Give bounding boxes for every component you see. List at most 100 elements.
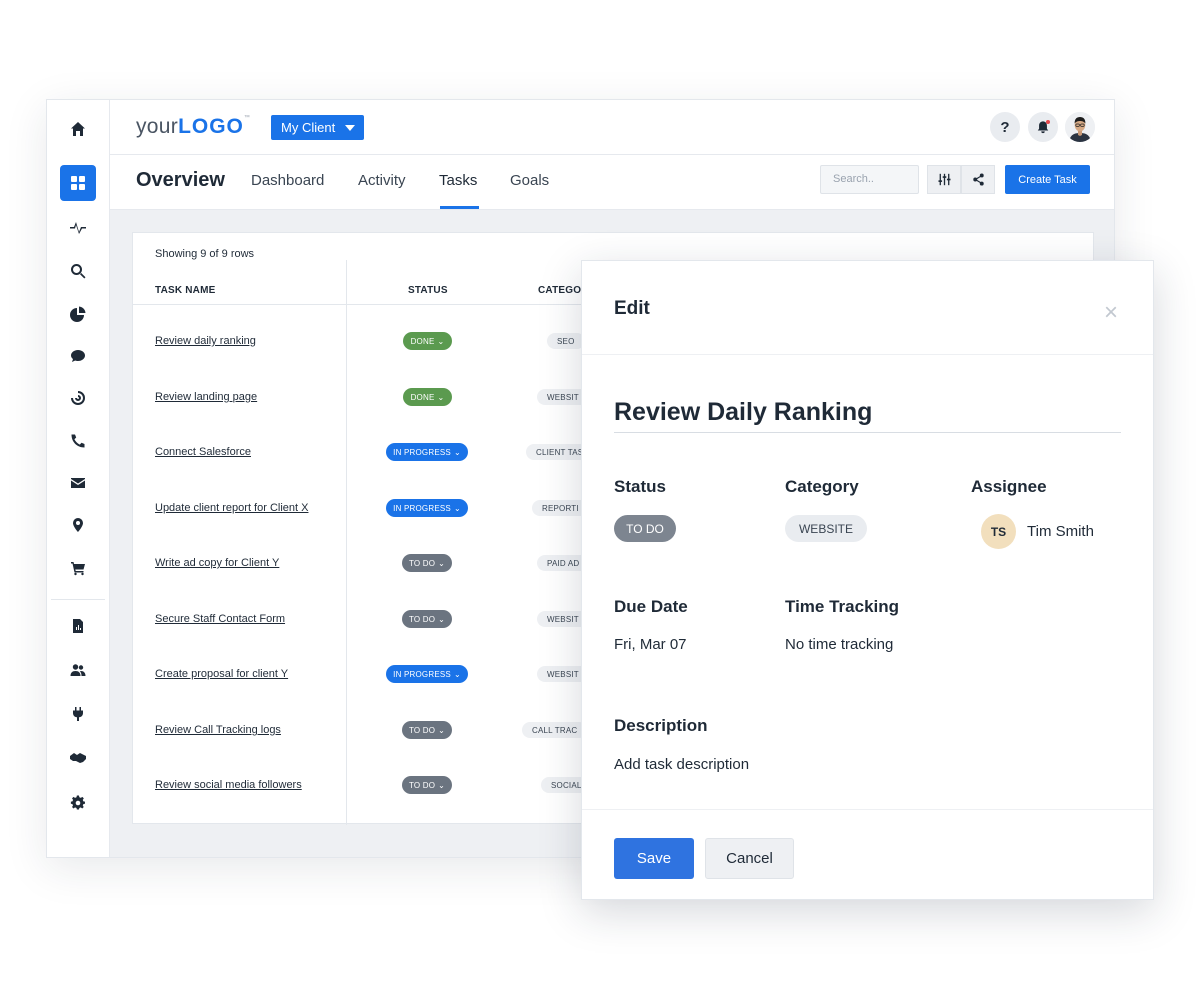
status-pill[interactable]: TO DO ⌄ — [402, 554, 452, 572]
assignee-avatar[interactable]: TS — [981, 514, 1016, 549]
category-dropdown[interactable]: WEBSITE — [785, 515, 867, 542]
dashboard-grid-icon[interactable] — [60, 165, 96, 201]
active-tab-indicator — [440, 206, 479, 209]
task-link[interactable]: Write ad copy for Client Y — [155, 557, 279, 569]
edit-task-modal: Edit × Review Daily Ranking Status TO DO… — [581, 260, 1154, 900]
modal-footer-divider — [582, 809, 1153, 810]
task-link[interactable]: Create proposal for client Y — [155, 668, 288, 680]
chevron-down-icon: ⌄ — [453, 447, 461, 457]
mail-icon[interactable] — [60, 465, 96, 501]
status-text: IN PROGRESS — [393, 447, 451, 457]
target-icon[interactable] — [60, 380, 96, 416]
chevron-down-icon: ⌄ — [438, 725, 446, 735]
task-link[interactable]: Review daily ranking — [155, 335, 256, 347]
status-pill[interactable]: IN PROGRESS ⌄ — [386, 499, 468, 517]
handshake-icon[interactable] — [60, 740, 96, 776]
status-dropdown[interactable]: TO DO — [614, 515, 676, 542]
due-date-value[interactable]: Fri, Mar 07 — [614, 636, 687, 653]
task-title-input[interactable]: Review Daily Ranking — [614, 398, 872, 427]
page-title[interactable]: Overview — [136, 169, 225, 192]
chevron-down-icon — [345, 125, 355, 131]
logo-strong: LOGO — [178, 115, 244, 138]
notifications-button[interactable] — [1028, 112, 1058, 142]
help-button[interactable]: ? — [990, 112, 1020, 142]
filter-button[interactable] — [927, 165, 961, 194]
phone-icon[interactable] — [60, 423, 96, 459]
category-label: Category — [785, 477, 859, 496]
chevron-down-icon: ⌄ — [438, 780, 446, 790]
modal-title: Edit — [614, 298, 650, 319]
report-icon[interactable] — [60, 608, 96, 644]
status-text: TO DO — [408, 780, 436, 790]
status-text: TO DO — [408, 558, 436, 568]
header-status[interactable]: STATUS — [408, 285, 448, 296]
plug-icon[interactable] — [60, 696, 96, 732]
task-link[interactable]: Secure Staff Contact Form — [155, 613, 285, 625]
close-icon[interactable]: × — [1104, 301, 1118, 325]
rows-count: Showing 9 of 9 rows — [155, 248, 255, 260]
status-text: TO DO — [408, 725, 436, 735]
task-link[interactable]: Review landing page — [155, 391, 257, 403]
client-selector-label: My Client — [281, 120, 336, 135]
chevron-down-icon: ⌄ — [437, 336, 445, 346]
chevron-down-icon: ⌄ — [453, 503, 461, 513]
help-icon: ? — [1000, 118, 1010, 136]
status-pill[interactable]: TO DO ⌄ — [402, 610, 452, 628]
save-button[interactable]: Save — [614, 838, 694, 879]
logo-prefix: your — [136, 115, 179, 138]
cancel-button[interactable]: Cancel — [705, 838, 794, 879]
search-input[interactable]: Search.. — [820, 165, 919, 194]
notification-dot — [1046, 120, 1050, 124]
header-task-name[interactable]: TASK NAME — [155, 285, 216, 296]
home-icon[interactable] — [60, 111, 96, 147]
modal-header-divider — [582, 354, 1153, 355]
status-pill[interactable]: DONE ⌄ — [403, 332, 452, 350]
assignee-name[interactable]: Tim Smith — [1027, 523, 1094, 540]
top-bar: yourLOGO™ My Client ? — [110, 100, 1114, 155]
tab-activity[interactable]: Activity — [358, 172, 406, 189]
share-icon — [972, 173, 984, 186]
chevron-down-icon: ⌄ — [438, 558, 446, 568]
description-label: Description — [614, 716, 708, 735]
header-category[interactable]: CATEGO — [538, 285, 581, 296]
chevron-down-icon: ⌄ — [453, 669, 461, 679]
sidebar — [47, 100, 110, 857]
status-pill[interactable]: IN PROGRESS ⌄ — [386, 443, 468, 461]
chevron-down-icon: ⌄ — [438, 614, 446, 624]
description-input[interactable]: Add task description — [614, 756, 749, 773]
tab-dashboard[interactable]: Dashboard — [251, 172, 324, 189]
category-badge: SEO — [547, 333, 585, 349]
gear-icon[interactable] — [60, 785, 96, 821]
create-task-button[interactable]: Create Task — [1005, 165, 1090, 194]
column-divider — [346, 260, 347, 825]
task-link[interactable]: Review Call Tracking logs — [155, 724, 281, 736]
cart-icon[interactable] — [60, 550, 96, 586]
location-pin-icon[interactable] — [60, 507, 96, 543]
task-link[interactable]: Update client report for Client X — [155, 502, 308, 514]
status-pill[interactable]: TO DO ⌄ — [402, 776, 452, 794]
status-pill[interactable]: TO DO ⌄ — [402, 721, 452, 739]
category-badge: CALL TRAC — [522, 722, 588, 738]
task-title-underline — [614, 432, 1121, 433]
status-pill[interactable]: DONE ⌄ — [403, 388, 452, 406]
chat-icon[interactable] — [60, 338, 96, 374]
status-text: DONE — [410, 392, 435, 402]
status-pill[interactable]: IN PROGRESS ⌄ — [386, 665, 468, 683]
brand-logo[interactable]: yourLOGO™ — [136, 115, 250, 139]
search-icon[interactable] — [60, 253, 96, 289]
pie-chart-icon[interactable] — [60, 296, 96, 332]
users-icon[interactable] — [60, 652, 96, 688]
share-button[interactable] — [961, 165, 995, 194]
client-selector-dropdown[interactable]: My Client — [271, 115, 364, 140]
user-avatar[interactable] — [1065, 112, 1095, 142]
activity-pulse-icon[interactable] — [60, 209, 96, 245]
task-link[interactable]: Connect Salesforce — [155, 446, 251, 458]
task-link[interactable]: Review social media followers — [155, 779, 302, 791]
tab-goals[interactable]: Goals — [510, 172, 549, 189]
sliders-icon — [937, 173, 951, 186]
time-tracking-value[interactable]: No time tracking — [785, 636, 893, 653]
chevron-down-icon: ⌄ — [437, 392, 445, 402]
tab-tasks[interactable]: Tasks — [439, 172, 477, 189]
status-label: Status — [614, 477, 666, 496]
logo-trademark: ™ — [243, 115, 251, 121]
